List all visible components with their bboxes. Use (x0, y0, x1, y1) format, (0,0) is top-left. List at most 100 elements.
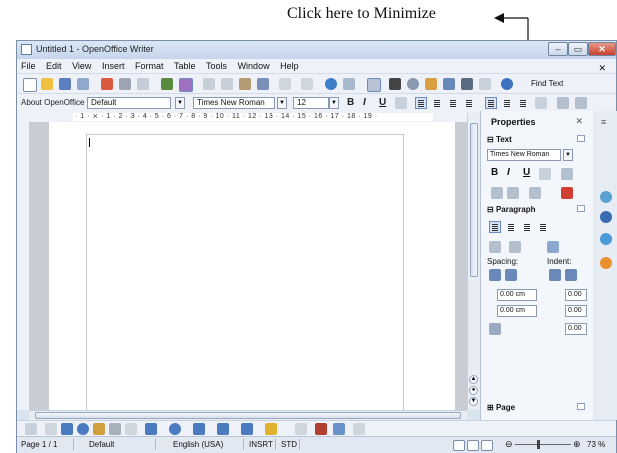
document-page[interactable] (49, 122, 455, 410)
decrease-spacing-icon[interactable] (505, 269, 517, 281)
book-view-icon[interactable] (481, 440, 493, 451)
spacing-below-field[interactable]: 0.00 cm (497, 305, 537, 317)
maximize-button[interactable]: ▭ (568, 42, 588, 56)
from-file-icon[interactable] (333, 423, 345, 435)
menu-file[interactable]: File (17, 59, 40, 71)
strikethrough-icon[interactable] (539, 168, 551, 180)
bullets-icon[interactable] (575, 97, 587, 109)
increase-indent-icon[interactable] (549, 269, 561, 281)
sidebar-menu-icon[interactable]: ≡ (601, 117, 606, 127)
sidebar-align-left-button[interactable] (485, 97, 497, 109)
navigator-icon[interactable] (407, 78, 419, 90)
cut-icon[interactable] (203, 78, 215, 90)
redo-icon[interactable] (301, 78, 313, 90)
spellcheck-icon[interactable] (161, 78, 173, 90)
help-icon[interactable] (501, 78, 513, 90)
text-section-header[interactable]: ⊟ Text (487, 135, 587, 144)
data-sources-icon[interactable] (443, 78, 455, 90)
styles-deck-icon[interactable] (600, 211, 612, 223)
text-more-options-icon[interactable] (577, 135, 585, 142)
open-folder-icon[interactable] (41, 78, 53, 90)
gallery-deck-icon[interactable] (600, 233, 612, 245)
autospellcheck-icon[interactable] (179, 78, 193, 92)
select-icon[interactable] (25, 423, 37, 435)
next-page-icon[interactable]: ▼ (469, 397, 478, 406)
zoom-icon[interactable] (479, 78, 491, 90)
flowcharts-icon[interactable] (217, 423, 229, 435)
freeform-icon[interactable] (93, 423, 105, 435)
para-justify-button[interactable] (537, 221, 549, 233)
basic-shapes-icon[interactable] (145, 423, 157, 435)
page-count[interactable]: Page 1 / 1 (21, 440, 57, 449)
print-icon[interactable] (119, 78, 131, 90)
increase-font-icon[interactable] (491, 187, 503, 199)
menu-help[interactable]: Help (276, 59, 303, 71)
find-text-label[interactable]: Find Text (531, 79, 563, 88)
line-spacing-sidebar-icon[interactable] (489, 323, 501, 335)
previous-page-icon[interactable]: ▲ (469, 375, 478, 384)
menu-edit[interactable]: Edit (42, 59, 66, 71)
symbol-shapes-icon[interactable] (169, 423, 181, 435)
sidebar-right-button[interactable] (517, 97, 529, 109)
menu-insert[interactable]: Insert (98, 59, 129, 71)
email-icon[interactable] (77, 78, 89, 90)
menu-format[interactable]: Format (131, 59, 168, 71)
align-left-button[interactable] (415, 97, 427, 109)
font-size-dropdown-icon[interactable]: ▼ (329, 97, 339, 109)
stars-icon[interactable] (265, 423, 277, 435)
spacing-above-field[interactable]: 0.00 cm (497, 289, 537, 301)
page-section-header[interactable]: ⊞ Page (487, 403, 587, 412)
para-align-left-button[interactable] (489, 221, 501, 233)
insert-mode[interactable]: INSRT (249, 440, 273, 449)
gallery-icon[interactable] (425, 78, 437, 90)
zoom-slider[interactable] (515, 444, 571, 445)
paragraph-style-dropdown-icon[interactable]: ▼ (175, 97, 185, 109)
align-right-button[interactable] (447, 97, 459, 109)
para-align-center-button[interactable] (505, 221, 517, 233)
paragraph-section-header[interactable]: ⊟ Paragraph (487, 205, 587, 214)
multi-page-view-icon[interactable] (467, 440, 479, 451)
font-name-dropdown-icon[interactable]: ▼ (277, 97, 287, 109)
callout-shapes-icon[interactable] (241, 423, 253, 435)
hyperlink-icon[interactable] (325, 78, 337, 90)
para-align-right-button[interactable] (521, 221, 533, 233)
italic-button[interactable]: I (363, 97, 366, 108)
line-spacing-icon[interactable] (535, 97, 547, 109)
menu-view[interactable]: View (68, 59, 95, 71)
fontwork-icon[interactable] (315, 423, 327, 435)
callouts-icon[interactable] (125, 423, 137, 435)
sidebar-italic-button[interactable]: I (507, 167, 510, 178)
extrusion-icon[interactable] (353, 423, 365, 435)
close-button[interactable]: ✕ (588, 42, 616, 56)
table-icon[interactable] (343, 78, 355, 90)
show-draw-functions-icon[interactable] (367, 78, 381, 92)
indent-first-field[interactable]: 0.00 (565, 323, 587, 335)
block-arrows-icon[interactable] (193, 423, 205, 435)
print-preview-icon[interactable] (137, 78, 149, 90)
navigator-deck-icon[interactable] (600, 257, 612, 269)
save-icon[interactable] (59, 78, 71, 90)
single-page-view-icon[interactable] (453, 440, 465, 451)
sidebar-center-button[interactable] (501, 97, 513, 109)
find-replace-icon[interactable] (389, 78, 401, 90)
menu-window[interactable]: Window (234, 59, 274, 71)
new-document-icon[interactable] (23, 78, 37, 92)
zoom-slider-handle[interactable] (537, 440, 540, 449)
indent-before-field[interactable]: 0.00 (565, 289, 587, 301)
page-style[interactable]: Default (89, 440, 114, 449)
para-background-icon[interactable] (547, 241, 559, 253)
increase-spacing-icon[interactable] (489, 269, 501, 281)
language[interactable]: English (USA) (173, 440, 223, 449)
formatting-marks-icon[interactable] (461, 78, 473, 90)
sidebar-font-dropdown-icon[interactable]: ▼ (563, 149, 573, 161)
navigation-icon[interactable]: ● (469, 386, 478, 395)
vertical-scroll-thumb[interactable] (470, 123, 478, 277)
decrease-indent-icon[interactable] (565, 269, 577, 281)
line-icon[interactable] (45, 423, 57, 435)
align-center-button[interactable] (431, 97, 443, 109)
menu-table[interactable]: Table (170, 59, 200, 71)
rectangle-icon[interactable] (61, 423, 73, 435)
decrease-font-icon[interactable] (507, 187, 519, 199)
font-color-a-icon[interactable] (561, 187, 573, 199)
menu-tools[interactable]: Tools (202, 59, 231, 71)
